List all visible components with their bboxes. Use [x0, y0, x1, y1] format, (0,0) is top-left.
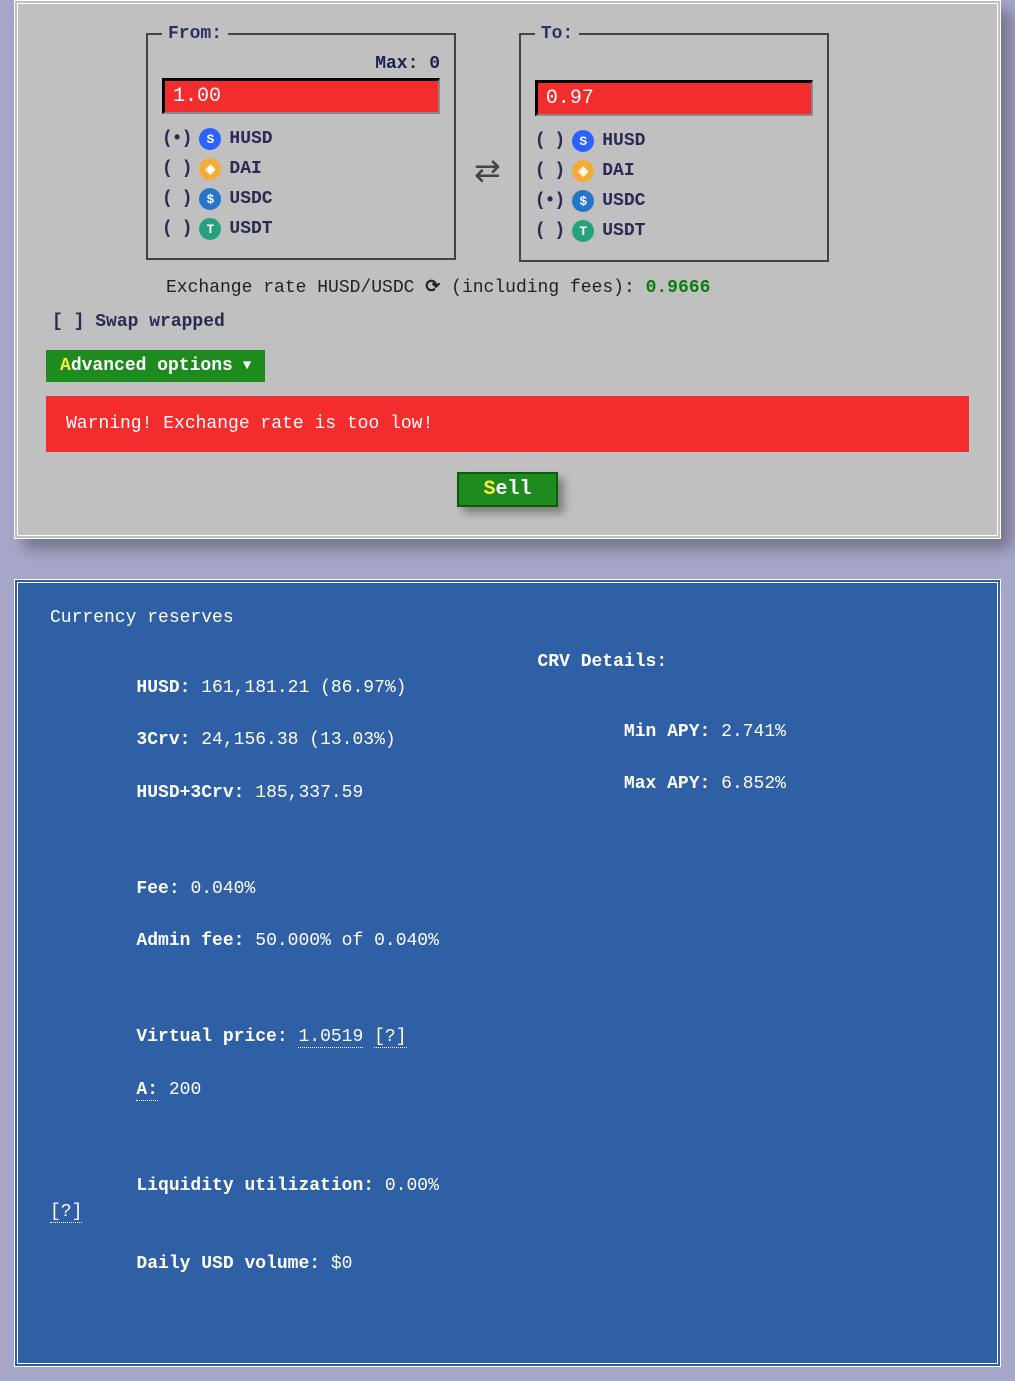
swap-direction-icon[interactable]: ⇄	[474, 163, 501, 182]
coin-label: HUSD	[229, 129, 272, 149]
chevron-down-icon: ▼	[243, 358, 251, 374]
to-coin-dai[interactable]: ( ) ◈ DAI	[535, 156, 813, 186]
coin-label: USDT	[229, 219, 272, 239]
radio-icon: (•)	[162, 129, 191, 149]
radio-icon: (•)	[535, 191, 564, 211]
swap-wrapped-checkbox[interactable]: [ ] Swap wrapped	[52, 312, 969, 332]
to-coin-husd[interactable]: ( ) S HUSD	[535, 126, 813, 156]
usdt-icon: T	[199, 218, 221, 240]
virtual-price-help[interactable]: [?]	[374, 1027, 406, 1048]
swap-panel: From: Max: 0 (•)SHUSD( )◈DAI( )$USDC( )T…	[14, 0, 1001, 539]
exchange-rate-value: 0.9666	[646, 278, 711, 298]
to-legend: To:	[535, 24, 579, 44]
to-coin-list: ( ) S HUSD ( ) ◈ DAI (•) $ USDC ( ) T USDT	[535, 126, 813, 246]
from-coin-dai[interactable]: ( ) ◈ DAI	[162, 154, 440, 184]
to-box: To: ( ) S HUSD ( ) ◈ DAI (•) $ USDC ( ) T USDT	[519, 24, 829, 262]
dai-icon: ◈	[199, 158, 221, 180]
radio-icon: ( )	[162, 159, 191, 179]
husd-icon: S	[572, 130, 594, 152]
from-coin-usdc[interactable]: ( ) $ USDC	[162, 184, 440, 214]
radio-icon: ( )	[535, 131, 564, 151]
from-max: Max: 0	[162, 54, 440, 74]
crv-details-col: CRV Details: Min APY: 2.741% Max APY: 6.…	[538, 649, 966, 1303]
coin-label: USDC	[229, 189, 272, 209]
warning-banner: Warning! Exchange rate is too low!	[46, 396, 969, 452]
refresh-icon[interactable]: ⟳	[425, 276, 440, 298]
usdc-icon: $	[199, 188, 221, 210]
radio-icon: ( )	[535, 221, 564, 241]
from-coin-husd[interactable]: (•) S HUSD	[162, 124, 440, 154]
coin-label: USDC	[602, 191, 645, 211]
from-coin-usdt[interactable]: ( ) T USDT	[162, 214, 440, 244]
usdt-icon: T	[572, 220, 594, 242]
coin-label: USDT	[602, 221, 645, 241]
radio-icon: ( )	[162, 189, 191, 209]
reserves-title: Currency reserves	[50, 605, 965, 631]
coin-label: DAI	[602, 161, 634, 181]
to-amount-input[interactable]	[535, 80, 813, 116]
exchange-rate-line: Exchange rate HUSD/USDC ⟳ (including fee…	[166, 276, 969, 298]
advanced-options-button[interactable]: Advanced options ▼	[46, 350, 265, 382]
from-amount-input[interactable]	[162, 78, 440, 114]
from-coin-list: (•) S HUSD ( ) ◈ DAI ( ) $ USDC ( ) T USDT	[162, 124, 440, 244]
reserves-left-col: HUSD: 161,181.21 (86.97%) 3Crv: 24,156.3…	[50, 649, 478, 1303]
from-box: From: Max: 0 (•) S HUSD ( ) ◈ DAI ( ) $ USDC ( ) T…	[146, 24, 456, 260]
from-legend: From:	[162, 24, 228, 44]
coin-label: DAI	[229, 159, 261, 179]
to-coin-usdt[interactable]: ( ) T USDT	[535, 216, 813, 246]
coin-label: HUSD	[602, 131, 645, 151]
radio-icon: ( )	[162, 219, 191, 239]
liquidity-help[interactable]: [?]	[50, 1202, 82, 1223]
sell-button[interactable]: Sell	[457, 472, 557, 507]
dai-icon: ◈	[572, 160, 594, 182]
husd-icon: S	[199, 128, 221, 150]
reserves-panel: Currency reserves HUSD: 161,181.21 (86.9…	[14, 579, 1001, 1367]
to-coin-usdc[interactable]: (•) $ USDC	[535, 186, 813, 216]
radio-icon: ( )	[535, 161, 564, 181]
usdc-icon: $	[572, 190, 594, 212]
